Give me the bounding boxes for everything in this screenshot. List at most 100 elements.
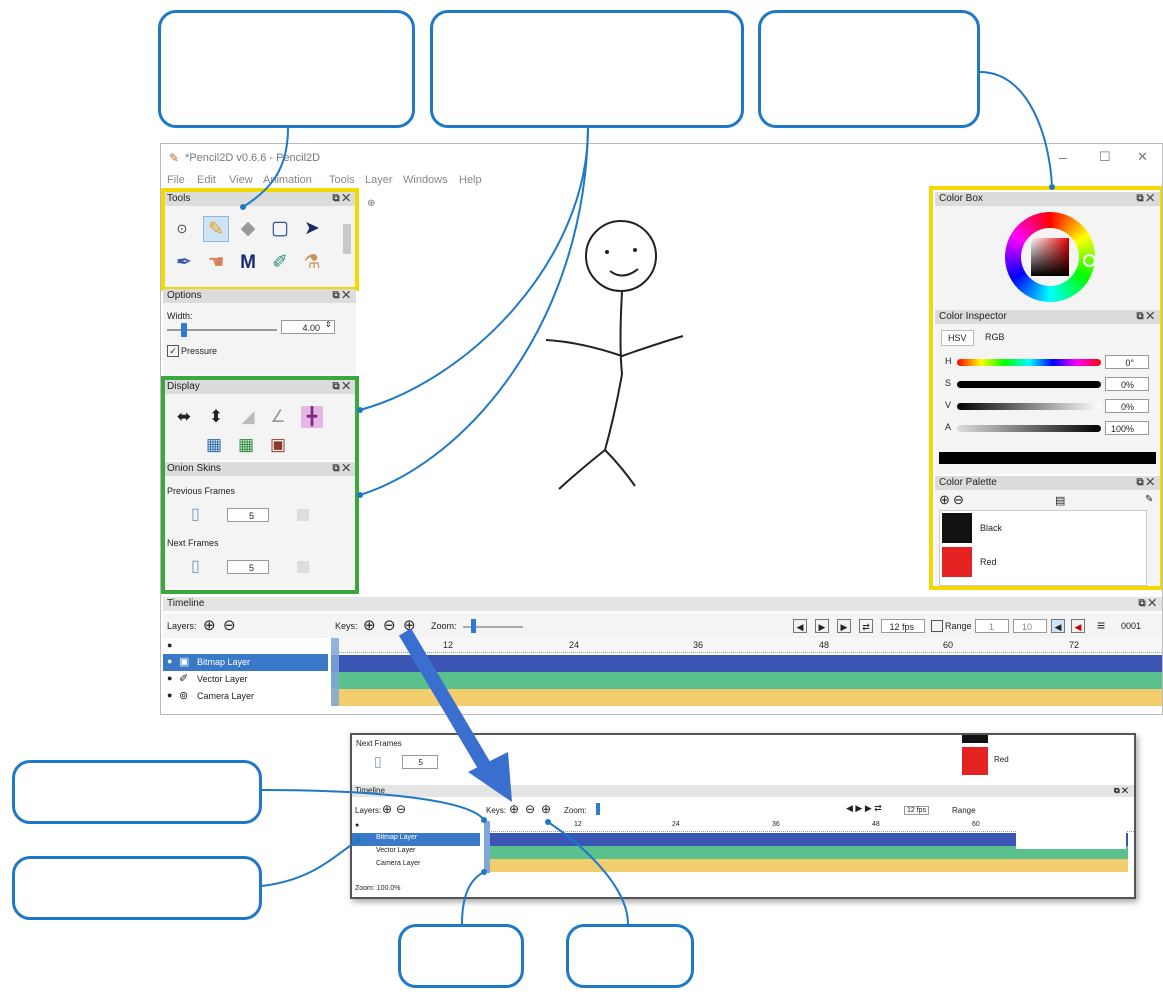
ruler-tick-12: 12 [443, 640, 454, 650]
sound-mute-button[interactable]: ◀ [1071, 619, 1085, 633]
inset-playback-controls[interactable]: ◀ ▶ ▶ ⇄ [846, 803, 882, 814]
layers-label: Layers: [167, 621, 197, 631]
remove-layer-icon[interactable]: ⊖ [223, 616, 236, 634]
inset-add-layer-icon[interactable]: ⊕ [382, 802, 392, 816]
layer-label-camera: Camera Layer [197, 691, 255, 701]
close-button[interactable]: ✕ [1137, 149, 1148, 165]
visibility-dot-icon[interactable]: ● [167, 690, 172, 700]
panel-float-close-icon[interactable]: ⧉ ✕ [1138, 597, 1156, 611]
visibility-dot-icon[interactable]: ● [167, 673, 172, 683]
options-panel-title: Options [167, 290, 202, 301]
layer-label-bitmap: Bitmap Layer [197, 657, 251, 667]
inset-timeline-header: Timeline ⧉ ✕ [352, 785, 1134, 797]
add-layer-icon[interactable]: ⊕ [203, 616, 216, 634]
sound-on-button[interactable]: ◀ [1051, 619, 1065, 633]
fps-spinbox[interactable]: 12 fps [881, 619, 925, 633]
visibility-dot-icon[interactable]: ● [167, 656, 172, 666]
inset-remove-key-icon[interactable]: ⊖ [525, 802, 535, 816]
inset-ruler-tick-60: 60 [972, 821, 980, 828]
inset-layer-row-vector[interactable]: Vector Layer [352, 846, 480, 859]
inset-layer-row-camera[interactable]: Camera Layer [352, 859, 480, 872]
play-button[interactable]: ▶ [815, 619, 829, 633]
inset-ruler-tick-12: 12 [574, 821, 582, 828]
visibility-dot-icon[interactable]: ● [167, 640, 172, 650]
pressure-label: Pressure [181, 346, 218, 356]
app-icon: ✎ [169, 151, 180, 165]
ruler-tick-72: 72 [1069, 640, 1080, 650]
layer-row-vector[interactable]: ● ✐ Vector Layer [163, 671, 328, 688]
add-key-icon[interactable]: ⊕ [363, 616, 376, 634]
range-end-spinbox[interactable]: 10 [1013, 619, 1047, 633]
callout-box-layer-bar [398, 924, 524, 988]
callout-box-layers [12, 856, 262, 920]
layer-track-vector[interactable] [331, 672, 1162, 689]
inset-playhead[interactable] [484, 821, 490, 873]
inset-onion-icon: ▯ [374, 753, 382, 769]
menu-animation[interactable]: Animation [263, 174, 312, 186]
playhead[interactable] [331, 638, 339, 706]
layer-row-camera[interactable]: ● ⊚ Camera Layer [163, 688, 328, 705]
vector-layer-icon: ✐ [179, 673, 189, 685]
loop-button[interactable]: ⇄ [859, 619, 873, 633]
remove-key-icon[interactable]: ⊖ [383, 616, 396, 634]
zoom-slider-handle[interactable] [471, 619, 476, 633]
inset-add-key-icon[interactable]: ⊕ [509, 802, 519, 816]
inset-next-frames-spinbox[interactable]: 5 [402, 755, 438, 769]
canvas-corner-icon: ⊕ [367, 198, 376, 209]
inset-palette-swatch-red [962, 747, 988, 775]
duplicate-key-icon[interactable]: ⊕ [403, 616, 416, 634]
inset-zoom-handle[interactable] [596, 803, 600, 815]
menu-windows[interactable]: Windows [403, 174, 448, 186]
panel-float-close-icon[interactable]: ⧉ ✕ [332, 289, 350, 303]
width-label: Width: [167, 311, 193, 321]
frame-counter: 0001 [1121, 621, 1142, 631]
layer-row-bitmap[interactable]: ● ▣ Bitmap Layer [163, 654, 328, 671]
layer-options-icon[interactable]: ≡ [1097, 617, 1105, 633]
next-frame-button[interactable]: ▶ [837, 619, 851, 633]
menu-tools[interactable]: Tools [329, 174, 355, 186]
timeline-title: Timeline [167, 598, 205, 609]
inset-layer-row-bitmap[interactable]: Bitmap Layer [352, 833, 480, 846]
keys-label: Keys: [335, 621, 358, 631]
options-panel-header: Options ⧉ ✕ [163, 289, 356, 303]
layer-track-camera[interactable] [331, 689, 1162, 706]
range-checkbox[interactable] [931, 620, 943, 632]
maximize-button[interactable]: ☐ [1099, 149, 1111, 165]
menu-file[interactable]: File [167, 174, 185, 186]
minimize-button[interactable]: – [1059, 149, 1067, 165]
camera-layer-icon: ⊚ [179, 690, 189, 702]
range-start-spinbox[interactable]: 1 [975, 619, 1009, 633]
inset-status-zoom: Zoom: 100.0% [355, 885, 401, 892]
inset-white-block [1016, 815, 1126, 849]
prev-frame-button[interactable]: ◀ [793, 619, 807, 633]
inset-ruler-tick-48: 48 [872, 821, 880, 828]
spin-arrows-icon: ⇕ [325, 320, 332, 329]
width-slider-handle[interactable] [181, 323, 187, 337]
inset-track-camera[interactable] [488, 859, 1128, 872]
inset-fps[interactable]: 12 fps [904, 806, 930, 815]
menu-edit[interactable]: Edit [197, 174, 216, 186]
inset-duplicate-key-icon[interactable]: ⊕ [541, 802, 551, 816]
inset-vector-layer-label: Vector Layer [376, 847, 416, 854]
pencil2d-window: ✎ *Pencil2D v0.6.6 - Pencil2D – ☐ ✕ File… [160, 143, 1163, 715]
inset-zoom-label: Zoom: [564, 806, 587, 815]
panel-float-close-icon[interactable]: ⧉ ✕ [1114, 785, 1128, 797]
zoom-label: Zoom: [431, 621, 457, 631]
layer-track-bitmap[interactable] [331, 655, 1162, 672]
inset-ruler-tick-24: 24 [672, 821, 680, 828]
inset-red-label: Red [994, 755, 1009, 764]
inset-remove-layer-icon[interactable]: ⊖ [396, 802, 406, 816]
pressure-checkbox[interactable]: ✓ [167, 345, 179, 357]
menu-help[interactable]: Help [459, 174, 482, 186]
menu-layer[interactable]: Layer [365, 174, 393, 186]
bitmap-layer-icon: ▣ [179, 656, 190, 668]
layer-label-vector: Vector Layer [197, 674, 248, 684]
visibility-dot-icon[interactable]: ● [355, 822, 359, 829]
title-bar: ✎ *Pencil2D v0.6.6 - Pencil2D – ☐ ✕ [161, 144, 1162, 172]
options-panel: Width: 4.00 ⇕ ✓ Pressure [163, 303, 356, 375]
window-title: *Pencil2D v0.6.6 - Pencil2D [185, 152, 321, 164]
inset-timeline-window: Next Frames ▯ 5 Red Timeline ⧉ ✕ Layers:… [350, 733, 1136, 899]
menu-view[interactable]: View [229, 174, 253, 186]
timeline-ruler[interactable]: 12 24 36 48 60 72 [331, 638, 1162, 653]
callout-box-tools [158, 10, 415, 128]
